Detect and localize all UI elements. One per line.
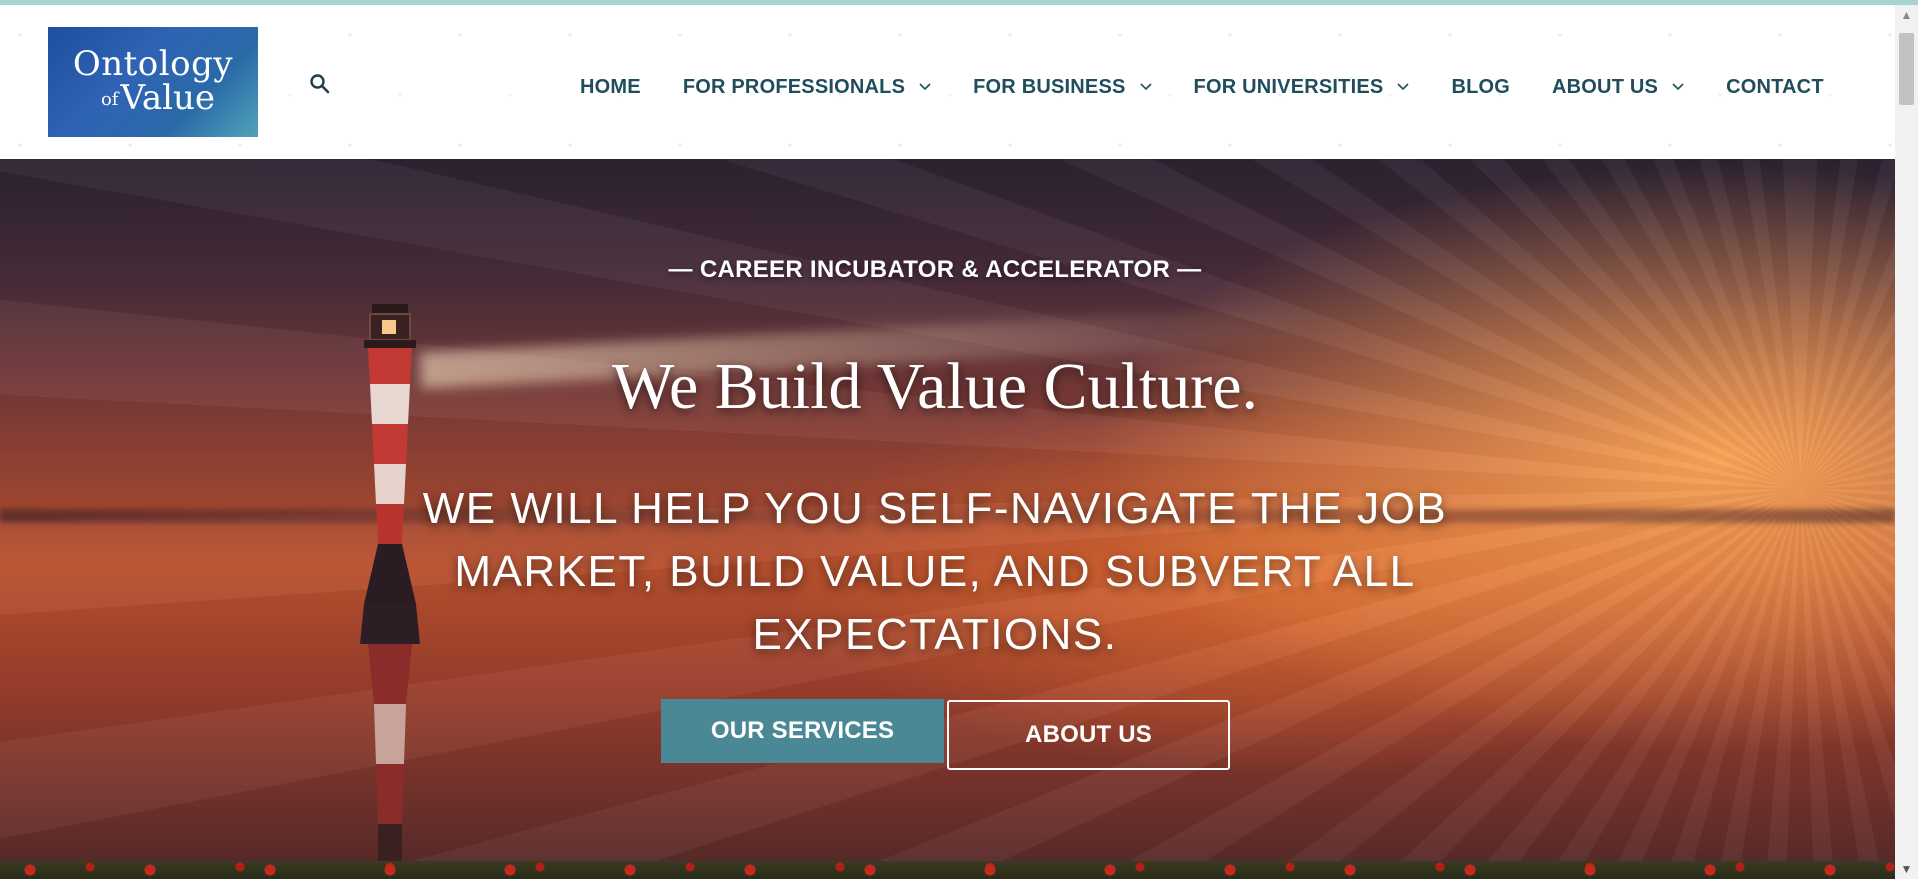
nav-blog[interactable]: BLOG (1451, 76, 1510, 99)
nav-for-professionals-label: FOR PROFESSIONALS (682, 75, 906, 98)
nav-for-business[interactable]: FOR BUSINESS (973, 75, 1152, 99)
nav-about-us[interactable]: ABOUT US (1552, 76, 1684, 99)
nav-contact-label: CONTACT (1726, 75, 1824, 98)
our-services-button[interactable]: OUR SERVICES (661, 699, 944, 763)
chevron-down-icon (919, 83, 931, 91)
hero-eyebrow: — CAREER INCUBATOR & ACCELERATOR — (668, 256, 1202, 283)
scroll-thumb[interactable] (1899, 33, 1914, 105)
nav-for-professionals[interactable]: FOR PROFESSIONALS (683, 76, 931, 99)
hero-subhead: WE WILL HELP YOU SELF-NAVIGATE THE JOB M… (422, 484, 1448, 659)
hero-banner: — CAREER INCUBATOR & ACCELERATOR — We Bu… (0, 159, 1895, 861)
chevron-down-icon (1672, 83, 1684, 91)
search-icon[interactable] (308, 72, 332, 96)
logo-text-ontology: Ontology (72, 44, 234, 84)
poppy-field-strip (0, 861, 1895, 879)
about-us-button[interactable]: ABOUT US (947, 700, 1230, 770)
hero-content: — CAREER INCUBATOR & ACCELERATOR — We Bu… (330, 159, 1540, 859)
main-nav: HOME FOR PROFESSIONALS FOR BUSINESS FOR … (580, 73, 1824, 101)
nav-for-business-label: FOR BUSINESS (973, 75, 1126, 98)
site-header: Ontology ofValue HOME FOR PROFESSIONALS … (0, 5, 1895, 159)
chevron-down-icon (1397, 83, 1410, 91)
scroll-down-arrow-icon[interactable]: ▼ (1895, 859, 1918, 879)
hero-headline: We Build Value Culture. (611, 350, 1259, 423)
chevron-down-icon (1139, 83, 1152, 91)
logo-text-value-row: ofValue (101, 81, 215, 117)
nav-for-universities-label: FOR UNIVERSITIES (1193, 75, 1384, 98)
logo-text-of: of (100, 89, 119, 110)
nav-about-us-label: ABOUT US (1552, 75, 1659, 98)
site-logo[interactable]: Ontology ofValue (48, 27, 258, 137)
page-scrollbar[interactable]: ▲ ▼ (1895, 5, 1918, 879)
nav-for-universities[interactable]: FOR UNIVERSITIES (1194, 76, 1410, 99)
logo-text-value: Value (120, 78, 216, 118)
nav-home[interactable]: HOME (580, 76, 641, 99)
nav-blog-label: BLOG (1451, 75, 1511, 98)
scroll-up-arrow-icon[interactable]: ▲ (1895, 5, 1918, 25)
nav-home-label: HOME (580, 75, 641, 98)
nav-contact[interactable]: CONTACT (1726, 76, 1824, 99)
